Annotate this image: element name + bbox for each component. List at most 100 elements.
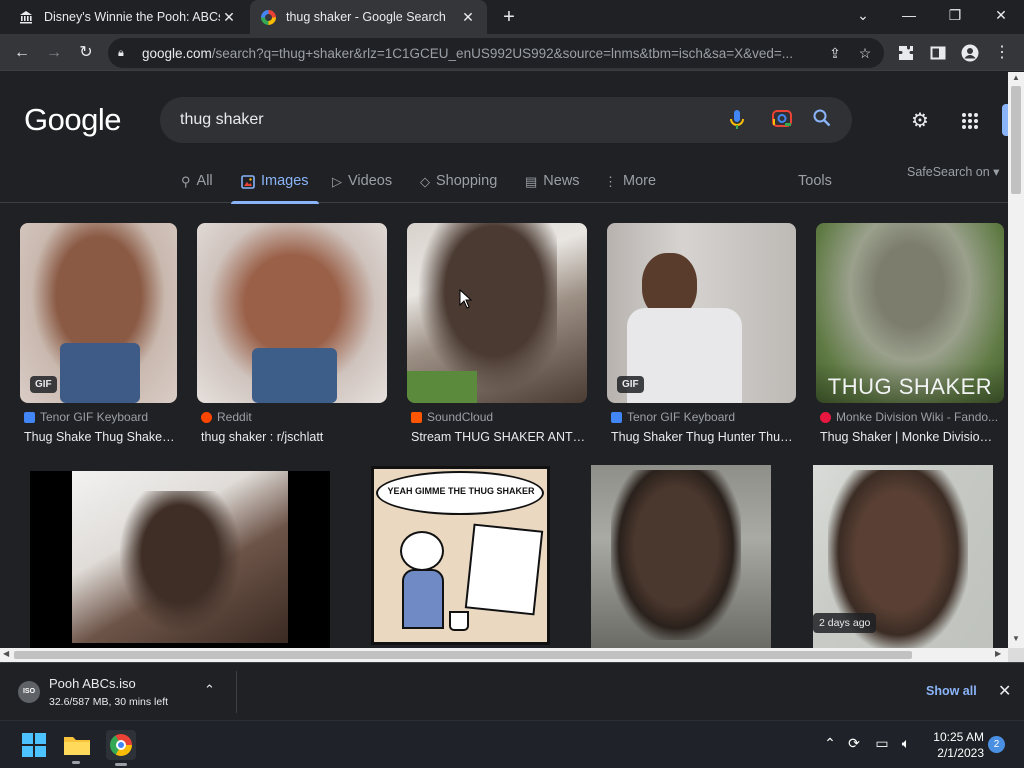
settings-gear-icon[interactable]: ⚙: [908, 109, 932, 133]
result-title[interactable]: Thug Shaker | Monke Division ...: [820, 430, 996, 444]
chrome-taskbar-icon[interactable]: [106, 730, 136, 766]
result-thumbnail[interactable]: THUG SHAKER: [816, 223, 1004, 403]
search-box[interactable]: [160, 97, 852, 143]
google-g-icon: [260, 9, 276, 25]
clock-time: 10:25 AM: [933, 730, 984, 744]
close-tab-icon[interactable]: ✕: [459, 9, 477, 26]
browser-tab-search[interactable]: thug shaker - Google Search ✕: [250, 0, 487, 34]
scroll-up-arrow-icon[interactable]: ▲: [1012, 73, 1020, 82]
result-title[interactable]: Stream THUG SHAKER ANTH...: [411, 430, 586, 444]
result-thumbnail[interactable]: 2 days ago: [813, 465, 993, 648]
scroll-left-arrow-icon[interactable]: ◀: [3, 649, 9, 658]
windows-start-icon[interactable]: [19, 730, 49, 760]
clock-date: 2/1/2023: [937, 746, 984, 760]
side-panel-icon[interactable]: [926, 41, 950, 65]
scroll-down-arrow-icon[interactable]: ▼: [1012, 634, 1020, 643]
system-clock[interactable]: 10:25 AM 2/1/2023: [920, 729, 984, 761]
museum-icon: [18, 9, 34, 25]
chrome-menu-icon[interactable]: ⋮: [990, 41, 1014, 65]
age-badge: 2 days ago: [813, 613, 877, 633]
network-icon[interactable]: ▭: [872, 735, 892, 752]
result-thumbnail[interactable]: GIF: [20, 223, 177, 403]
tab-title: thug shaker - Google Search: [286, 10, 446, 24]
tools-button[interactable]: Tools: [798, 173, 832, 189]
profile-avatar-icon[interactable]: [958, 41, 982, 65]
address-bar[interactable]: 🔒︎ google.com/search?q=thug+shaker&rlz=1…: [108, 38, 884, 68]
thumbnail-overlay-text: THUG SHAKER: [827, 374, 993, 399]
back-button[interactable]: ←: [10, 41, 34, 65]
horizontal-scrollbar[interactable]: ◀ ▶: [0, 648, 1008, 662]
result-source[interactable]: Tenor GIF Keyboard: [611, 410, 735, 424]
result-source[interactable]: Reddit: [201, 410, 252, 424]
new-tab-button[interactable]: +: [498, 6, 520, 28]
bookmark-star-icon[interactable]: ☆: [854, 42, 876, 64]
download-filename[interactable]: Pooh ABCs.iso: [49, 676, 136, 691]
close-window-button[interactable]: ✕: [978, 0, 1024, 30]
restore-button[interactable]: ❐: [932, 0, 978, 30]
iso-file-icon: ISO: [18, 681, 40, 703]
search-submit-icon[interactable]: [811, 109, 833, 131]
tab-videos[interactable]: ▷ Videos: [332, 167, 392, 203]
vertical-scrollbar[interactable]: ▲ ▼: [1008, 72, 1024, 648]
mouse-cursor-icon: [459, 288, 473, 314]
google-logo[interactable]: Google: [24, 102, 121, 138]
search-input[interactable]: [180, 109, 700, 131]
volume-icon[interactable]: 🔈︎: [896, 735, 916, 752]
screen: Disney's Winnie the Pooh: ABCs s ✕ thug …: [0, 0, 1024, 768]
tab-all[interactable]: ⚲ All: [181, 167, 213, 203]
apps-grid-icon[interactable]: [958, 109, 982, 133]
result-thumbnail[interactable]: GIF: [607, 223, 796, 403]
lock-icon[interactable]: 🔒︎: [118, 47, 132, 60]
tab-news[interactable]: ▤ News: [525, 167, 580, 203]
show-all-button[interactable]: Show all: [926, 684, 977, 698]
extensions-puzzle-icon[interactable]: [894, 41, 918, 65]
minimize-button[interactable]: —: [886, 0, 932, 30]
lens-camera-icon[interactable]: [771, 109, 793, 131]
horizontal-scroll-thumb[interactable]: [14, 651, 912, 659]
search-page: Google ⚙ ⚲All Images ▷Videos ◇Shopping ▤…: [0, 72, 1008, 648]
result-source[interactable]: SoundCloud: [411, 410, 493, 424]
voice-search-mic-icon[interactable]: [726, 109, 748, 131]
tab-shopping[interactable]: ◇ Shopping: [420, 167, 497, 203]
news-icon: ▤: [525, 174, 538, 189]
result-thumbnail[interactable]: YEAH GIMME THE THUG SHAKER: [371, 466, 550, 645]
result-thumbnail[interactable]: [407, 223, 587, 403]
reload-button[interactable]: ↻: [74, 41, 98, 65]
tab-search-chevron-icon[interactable]: ⌄: [840, 0, 886, 30]
fandom-favicon-icon: [820, 411, 831, 423]
forward-button[interactable]: →: [42, 41, 66, 65]
sync-status-icon[interactable]: ⟳: [844, 735, 864, 752]
comic-speech-text: YEAH GIMME THE THUG SHAKER: [387, 486, 535, 496]
result-source[interactable]: Monke Division Wiki - Fando...: [820, 410, 998, 424]
share-icon[interactable]: ⇪: [824, 42, 846, 64]
result-title[interactable]: thug shaker : r/jschlatt: [201, 430, 386, 444]
result-source[interactable]: Tenor GIF Keyboard: [24, 410, 148, 424]
download-options-chevron-icon[interactable]: ⌃: [204, 682, 215, 698]
gif-badge: GIF: [617, 376, 644, 393]
tab-images[interactable]: Images: [231, 167, 319, 204]
result-title[interactable]: Thug Shaker Thug Hunter Thug...: [611, 430, 795, 444]
tab-title: Disney's Winnie the Pooh: ABCs s: [44, 10, 220, 24]
download-shelf: ISO Pooh ABCs.iso 32.6/587 MB, 30 mins l…: [0, 662, 1024, 720]
notification-count-badge[interactable]: 2: [988, 736, 1005, 753]
close-download-shelf-icon[interactable]: ✕: [998, 681, 1011, 701]
result-title[interactable]: Thug Shake Thug Shaker ...: [24, 430, 176, 444]
windows-taskbar: ⌃ ⟳ ▭ 🔈︎ 10:25 AM 2/1/2023 2: [0, 720, 1024, 768]
result-thumbnail[interactable]: [591, 465, 771, 648]
tenor-favicon-icon: [24, 411, 35, 423]
tag-icon: ◇: [420, 174, 430, 189]
safesearch-toggle[interactable]: SafeSearch on ▾: [907, 164, 999, 179]
tab-more[interactable]: ⋮ More: [604, 167, 656, 203]
url-text[interactable]: google.com/search?q=thug+shaker&rlz=1C1G…: [142, 46, 817, 61]
close-tab-icon[interactable]: ✕: [220, 9, 238, 26]
vertical-scroll-thumb[interactable]: [1011, 86, 1021, 194]
divider: [236, 671, 237, 713]
file-explorer-icon[interactable]: [62, 730, 92, 764]
result-thumbnail[interactable]: [197, 223, 387, 403]
reddit-favicon-icon: [201, 411, 212, 423]
image-icon: [241, 173, 255, 194]
result-thumbnail[interactable]: [30, 471, 330, 648]
tray-overflow-chevron-icon[interactable]: ⌃: [820, 735, 840, 752]
scroll-right-arrow-icon[interactable]: ▶: [995, 649, 1001, 658]
browser-tab-pooh[interactable]: Disney's Winnie the Pooh: ABCs s ✕: [8, 0, 248, 34]
